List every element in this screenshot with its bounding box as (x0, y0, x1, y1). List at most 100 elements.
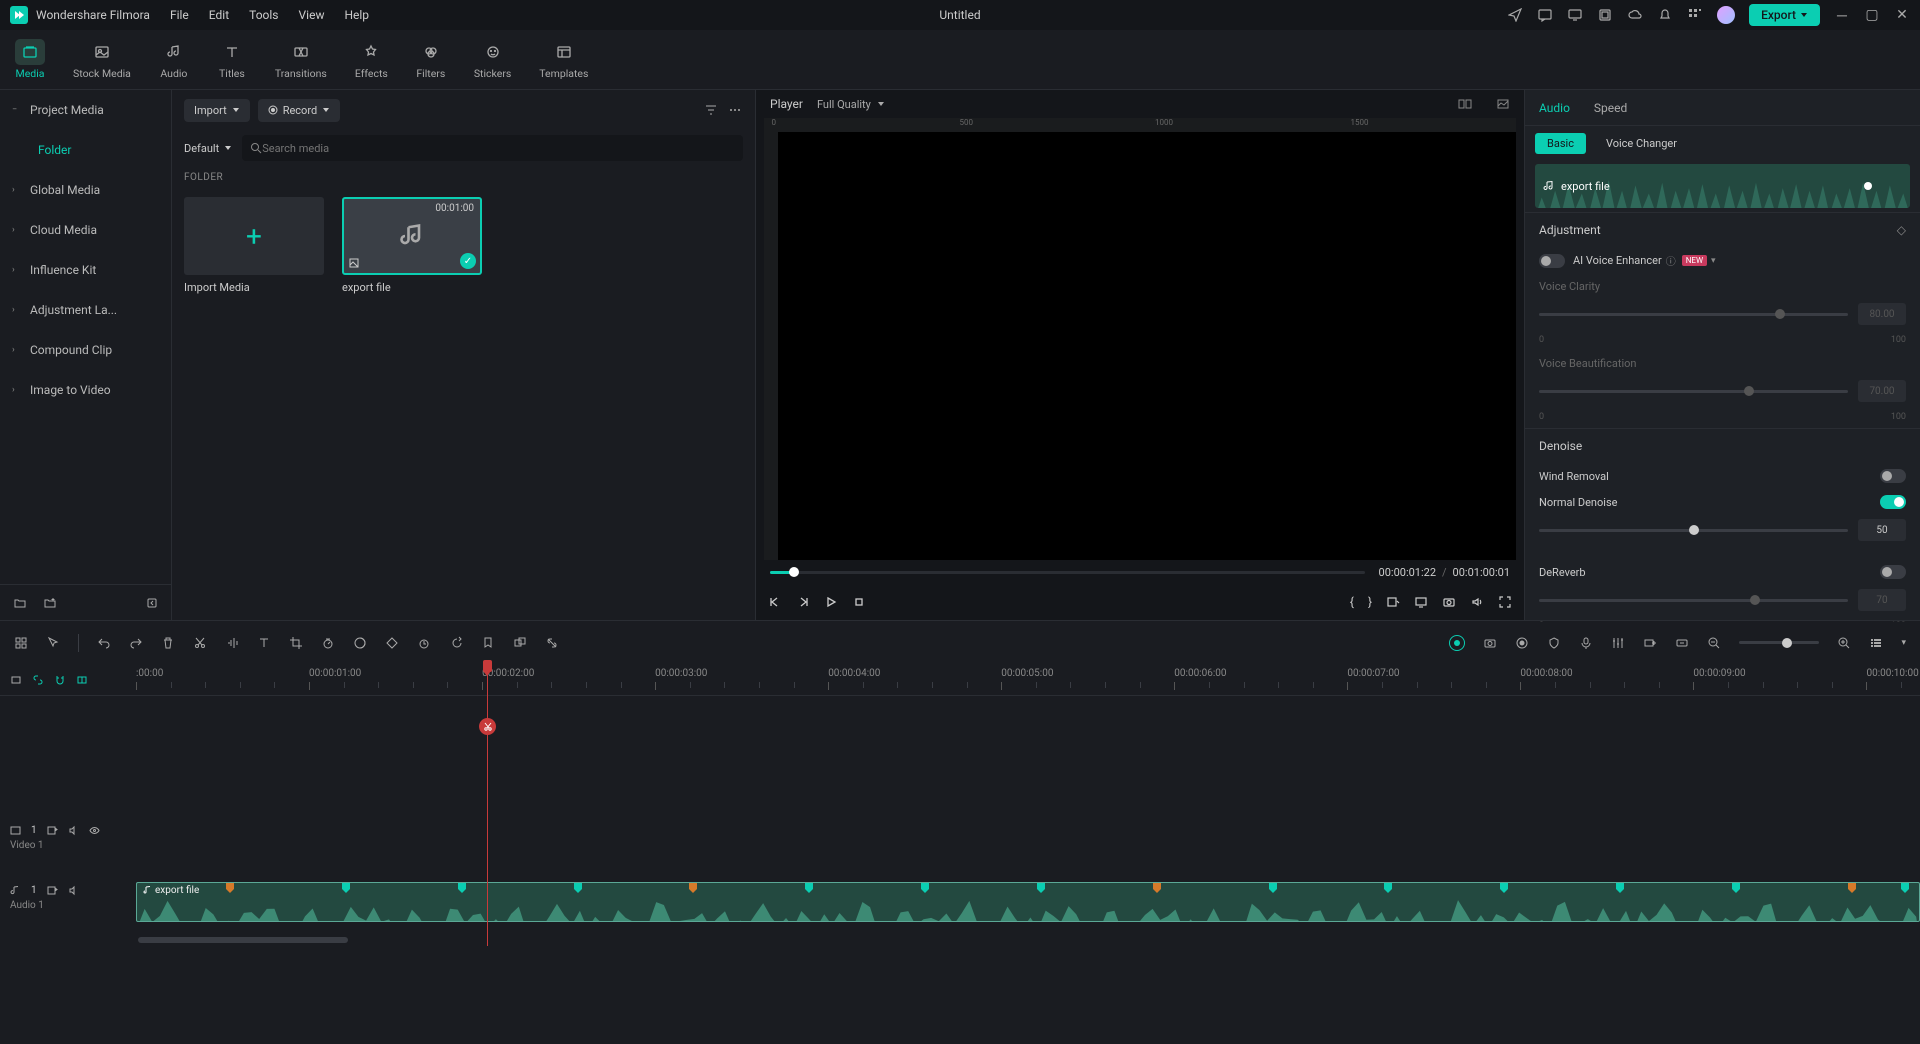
nav-templates[interactable]: Templates (539, 39, 588, 80)
view-dd-icon[interactable]: ▾ (1901, 638, 1906, 648)
record-button[interactable]: Record (258, 99, 340, 122)
menu-file[interactable]: File (170, 8, 189, 22)
bell-icon[interactable] (1657, 7, 1673, 23)
add-icon[interactable] (47, 825, 58, 836)
delete-icon[interactable] (161, 636, 175, 650)
sidebar-influence-kit[interactable]: ›Influence Kit (0, 250, 171, 290)
menu-tools[interactable]: Tools (249, 8, 278, 22)
tab-speed[interactable]: Speed (1594, 101, 1627, 115)
nav-media[interactable]: Media (15, 39, 45, 80)
import-media-card[interactable]: + Import Media (184, 197, 324, 294)
nav-stickers[interactable]: Stickers (474, 39, 511, 80)
crop-icon[interactable] (289, 636, 303, 650)
cloud-icon[interactable] (1627, 7, 1643, 23)
search-field[interactable] (262, 142, 735, 155)
export-button[interactable]: Export (1749, 4, 1820, 26)
tab-audio[interactable]: Audio (1539, 101, 1570, 115)
list-view-icon[interactable] (1869, 636, 1883, 650)
clip-preview[interactable]: export file (1535, 164, 1910, 208)
close-button[interactable]: ✕ (1894, 7, 1910, 23)
sidebar-global-media[interactable]: ›Global Media (0, 170, 171, 210)
auto-beat-icon[interactable] (1449, 635, 1465, 651)
audio-clip[interactable]: export file (136, 882, 1920, 922)
magnet-icon[interactable] (54, 674, 66, 686)
mixer-icon[interactable] (1611, 636, 1625, 650)
user-avatar[interactable] (1717, 6, 1735, 24)
undo-icon[interactable] (97, 636, 111, 650)
video-track-lane[interactable] (136, 808, 1920, 868)
menu-help[interactable]: Help (344, 8, 369, 22)
minimize-button[interactable]: ─ (1834, 7, 1850, 24)
record-circle-icon[interactable] (1515, 636, 1529, 650)
dropdown-caret-icon[interactable]: ▾ (1711, 256, 1716, 266)
next-frame-icon[interactable] (796, 595, 810, 609)
compare-icon[interactable] (1458, 97, 1472, 111)
menu-view[interactable]: View (299, 8, 325, 22)
dereverb-toggle[interactable] (1880, 565, 1906, 579)
settings-dd-icon[interactable] (1386, 595, 1400, 609)
sidebar-folder[interactable]: Folder (0, 130, 171, 170)
normal-denoise-slider[interactable] (1539, 529, 1848, 532)
redo-icon[interactable] (129, 636, 143, 650)
cursor-icon[interactable] (46, 636, 60, 650)
audio-track-lane[interactable]: export file (136, 868, 1920, 928)
prev-frame-icon[interactable] (768, 595, 782, 609)
open-folder-icon[interactable] (12, 595, 28, 611)
sort-dropdown[interactable]: Default (184, 142, 232, 155)
preview-canvas[interactable]: 0 500 1000 1500 (764, 118, 1516, 560)
sidebar-project-media[interactable]: −Project Media (0, 90, 171, 130)
subtab-voice-changer[interactable]: Voice Changer (1594, 133, 1689, 154)
nav-audio[interactable]: Audio (159, 39, 189, 80)
keyframe-icon[interactable] (385, 636, 399, 650)
snapshot-icon[interactable] (1442, 595, 1456, 609)
quality-dropdown[interactable]: Full Quality (817, 98, 885, 111)
snap-icon[interactable] (76, 674, 88, 686)
nav-effects[interactable]: Effects (355, 39, 388, 80)
play-icon[interactable] (824, 595, 838, 609)
search-input[interactable] (242, 135, 743, 161)
nav-filters[interactable]: Filters (416, 39, 446, 80)
cut-icon[interactable] (193, 636, 207, 650)
send-icon[interactable] (1507, 7, 1523, 23)
sidebar-image-to-video[interactable]: ›Image to Video (0, 370, 171, 410)
sidebar-cloud-media[interactable]: ›Cloud Media (0, 210, 171, 250)
render-icon[interactable] (1675, 636, 1689, 650)
timer-icon[interactable] (417, 636, 431, 650)
library-icon[interactable] (1597, 7, 1613, 23)
maximize-button[interactable]: ▢ (1864, 7, 1880, 23)
info-icon[interactable]: ⓘ (1666, 253, 1676, 268)
add-track-icon[interactable] (1643, 636, 1657, 650)
link-icon[interactable] (32, 674, 44, 686)
unlink-icon[interactable] (545, 636, 559, 650)
sidebar-compound-clip[interactable]: ›Compound Clip (0, 330, 171, 370)
mic-icon[interactable] (1579, 636, 1593, 650)
scrub-bar[interactable] (770, 571, 1365, 574)
collapse-sidebar-icon[interactable] (144, 595, 160, 611)
media-card-export-file[interactable]: 00:01:00 ✓ export file (342, 197, 482, 294)
speed-icon[interactable] (321, 636, 335, 650)
mute-icon[interactable] (68, 885, 79, 896)
mark-in-icon[interactable]: { (1350, 595, 1354, 609)
nav-stock-media[interactable]: Stock Media (73, 39, 131, 80)
lock-all-icon[interactable] (10, 674, 22, 686)
stop-icon[interactable] (852, 595, 866, 609)
filter-icon[interactable] (703, 102, 719, 118)
color-icon[interactable] (353, 636, 367, 650)
zoom-in-icon[interactable] (1837, 636, 1851, 650)
normal-denoise-toggle[interactable] (1880, 495, 1906, 509)
device-icon[interactable] (1567, 7, 1583, 23)
display-icon[interactable] (1414, 595, 1428, 609)
add-icon[interactable] (47, 885, 58, 896)
group-icon[interactable] (513, 636, 527, 650)
menu-edit[interactable]: Edit (209, 8, 229, 22)
mark-out-icon[interactable]: } (1368, 595, 1372, 609)
sidebar-adjustment-layer[interactable]: ›Adjustment La... (0, 290, 171, 330)
camera-icon[interactable] (1483, 636, 1497, 650)
eye-icon[interactable] (89, 825, 100, 836)
grid-icon[interactable] (14, 636, 28, 650)
timeline-scrollbar[interactable] (136, 934, 1920, 946)
zoom-slider[interactable] (1739, 641, 1819, 644)
wind-toggle[interactable] (1880, 469, 1906, 483)
ai-voice-toggle[interactable] (1539, 254, 1565, 268)
nav-titles[interactable]: Titles (217, 39, 247, 80)
